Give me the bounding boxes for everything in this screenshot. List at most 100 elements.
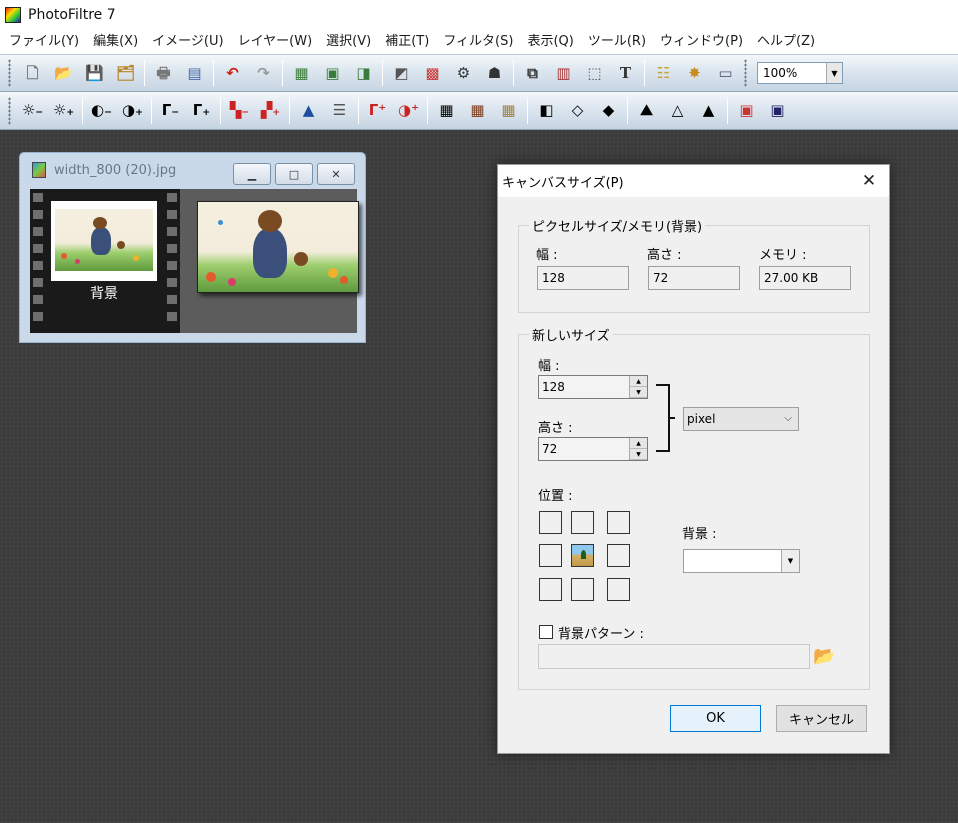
mosaic-icon[interactable]: ▦ (465, 98, 491, 124)
new-file-icon[interactable]: 🗋 (20, 60, 46, 86)
blur-icon[interactable]: △ (665, 98, 691, 124)
saturation-minus-icon[interactable]: ▚₋ (227, 98, 253, 124)
background-pattern-checkbox[interactable] (539, 625, 553, 639)
new-height-stepper[interactable]: 72 ▲ ▼ (538, 437, 648, 461)
anchor-top-right[interactable] (607, 511, 630, 534)
cancel-button[interactable]: キャンセル (776, 705, 867, 732)
menu-tools[interactable]: ツール(R) (581, 30, 653, 54)
redo-icon[interactable]: ↷ (251, 60, 277, 86)
image-canvas-picture (198, 202, 358, 292)
auto-contrast-icon[interactable]: ◑⁺ (396, 98, 422, 124)
chevron-down-icon[interactable]: ▼ (826, 63, 842, 83)
toolbar-grip[interactable] (8, 59, 11, 87)
ok-button[interactable]: OK (670, 705, 761, 732)
transform-icon[interactable]: ⧉ (520, 60, 546, 86)
frame-blue-icon[interactable]: ▣ (765, 98, 791, 124)
menu-view[interactable]: 表示(Q) (520, 30, 580, 54)
anchor-bottom-center[interactable] (571, 578, 594, 601)
menu-selection[interactable]: 選択(V) (319, 30, 378, 54)
auto-gamma-icon[interactable]: Γ⁺ (365, 98, 391, 124)
stamp-icon[interactable]: ▥ (551, 60, 577, 86)
menu-adjust[interactable]: 補正(T) (378, 30, 436, 54)
new-width-stepper[interactable]: 128 ▲ ▼ (538, 375, 648, 399)
toolbar-grip[interactable] (744, 59, 747, 87)
print-icon[interactable]: 🖶 (151, 60, 177, 86)
text-icon[interactable]: T (613, 60, 639, 86)
toolbar-separator (358, 97, 359, 124)
sepia-grid-icon[interactable]: ▦ (496, 98, 522, 124)
anchor-bottom-left[interactable] (539, 578, 562, 601)
copy-image-icon[interactable]: ▦ (289, 60, 315, 86)
drop-icon[interactable]: ◇ (565, 98, 591, 124)
paste-new-icon[interactable]: ◨ (351, 60, 377, 86)
contrast-plus-icon[interactable]: ◑₊ (120, 98, 146, 124)
brightness-plus-icon[interactable]: ☼₊ (51, 98, 77, 124)
gradient-icon[interactable]: ◩ (389, 60, 415, 86)
image-file-icon (32, 162, 46, 178)
explorer-icon[interactable]: ☷ (651, 60, 677, 86)
background-pattern-path-field[interactable] (538, 644, 810, 669)
menu-image[interactable]: イメージ(U) (145, 30, 230, 54)
emboss-icon[interactable]: ⛰ (634, 98, 660, 124)
toolbar-grip[interactable] (8, 96, 11, 125)
histogram-icon[interactable]: ▲ (296, 98, 322, 124)
new-size-group-label: 新しいサイズ (529, 325, 613, 344)
palette-icon[interactable]: ▩ (420, 60, 446, 86)
selection-icon[interactable]: ⬚ (582, 60, 608, 86)
contrast-minus-icon[interactable]: ◐₋ (89, 98, 115, 124)
window-icon[interactable]: ▭ (713, 60, 739, 86)
menu-file[interactable]: ファイル(Y) (2, 30, 86, 54)
maximize-button[interactable]: □ (275, 163, 313, 185)
chevron-down-icon[interactable]: ▼ (781, 550, 799, 572)
mask-icon[interactable]: ☗ (482, 60, 508, 86)
zoom-select[interactable]: 100% ▼ (757, 62, 843, 84)
anchor-middle-left[interactable] (539, 544, 562, 567)
gamma-plus-icon[interactable]: Γ₊ (189, 98, 215, 124)
toolbar-separator (151, 97, 152, 124)
layer-thumbnail[interactable] (51, 201, 157, 281)
dialog-titlebar[interactable]: キャンバスサイズ(P) ✕ (498, 165, 889, 197)
unit-select[interactable]: pixel ⌵ (683, 407, 799, 431)
levels-icon[interactable]: ☰ (327, 98, 353, 124)
menu-help[interactable]: ヘルプ(Z) (750, 30, 822, 54)
paste-image-icon[interactable]: ▣ (320, 60, 346, 86)
anchor-bottom-right[interactable] (607, 578, 630, 601)
automation-icon[interactable]: ⚙ (451, 60, 477, 86)
menu-window[interactable]: ウィンドウ(P) (653, 30, 750, 54)
menu-filter[interactable]: フィルタ(S) (436, 30, 520, 54)
height-down-icon[interactable]: ▼ (630, 449, 647, 460)
background-label: 背景 : (682, 527, 717, 542)
anchor-center[interactable] (571, 544, 594, 567)
menu-layer[interactable]: レイヤー(W) (231, 30, 320, 54)
scan-icon[interactable]: ▤ (182, 60, 208, 86)
close-icon[interactable]: ✕ (849, 165, 889, 197)
image-canvas[interactable] (197, 201, 359, 293)
frame-color-icon[interactable]: ▣ (734, 98, 760, 124)
open-folder-icon[interactable]: 📂 (51, 60, 77, 86)
menu-edit[interactable]: 編集(X) (86, 30, 145, 54)
save-icon[interactable]: 💾 (82, 60, 108, 86)
save-as-icon[interactable]: 🗂 (113, 60, 139, 86)
brightness-minus-icon[interactable]: ☼₋ (20, 98, 46, 124)
pixel-grid-icon[interactable]: ▦ (434, 98, 460, 124)
height-up-icon[interactable]: ▲ (630, 438, 647, 449)
current-width-value: 128 (537, 266, 629, 290)
close-button[interactable]: ✕ (317, 163, 355, 185)
anchor-top-center[interactable] (571, 511, 594, 534)
width-down-icon[interactable]: ▼ (630, 387, 647, 398)
sharpen-icon[interactable]: ◆ (596, 98, 622, 124)
gamma-minus-icon[interactable]: Γ₋ (158, 98, 184, 124)
plugins-icon[interactable]: ✸ (682, 60, 708, 86)
saturation-plus-icon[interactable]: ▞₊ (258, 98, 284, 124)
minimize-button[interactable]: ▁ (233, 163, 271, 185)
undo-icon[interactable]: ↶ (220, 60, 246, 86)
open-folder-icon[interactable]: 📂 (813, 646, 835, 667)
anchor-top-left[interactable] (539, 511, 562, 534)
image-window-body: 背景 (30, 189, 359, 333)
invert-icon[interactable]: ◧ (534, 98, 560, 124)
background-color-select[interactable]: ▼ (683, 549, 800, 573)
anchor-middle-right[interactable] (607, 544, 630, 567)
blur-more-icon[interactable]: ▲ (696, 98, 722, 124)
window-controls: ▁ □ ✕ (233, 163, 355, 185)
width-up-icon[interactable]: ▲ (630, 376, 647, 387)
